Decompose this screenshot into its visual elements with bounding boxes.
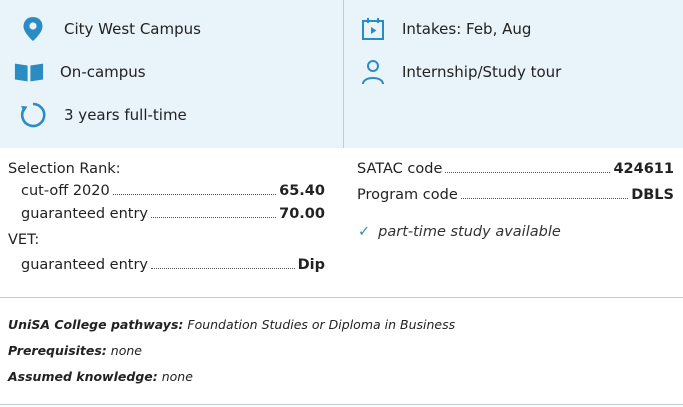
vet-guaranteed-value: Dip (297, 257, 325, 273)
mode-row: On-campus (14, 57, 146, 87)
section-divider (0, 297, 683, 298)
leader-dots (151, 268, 295, 269)
part-time-note: ✓ part-time study available (358, 224, 561, 240)
cutoff-row: cut-off 2020 65.40 (21, 183, 325, 199)
prerequisites-note: Prerequisites: none (8, 343, 142, 358)
assumed-knowledge-value: none (161, 369, 193, 384)
satac-value: 424611 (613, 161, 674, 177)
campus-label: City West Campus (64, 20, 201, 38)
duration-row: 3 years full-time (18, 100, 187, 130)
pathways-note: UniSA College pathways: Foundation Studi… (8, 317, 455, 332)
mode-label: On-campus (60, 63, 146, 81)
calendar-icon (358, 14, 388, 44)
leader-dots (112, 194, 277, 195)
intakes-label: Intakes: Feb, Aug (402, 20, 532, 38)
open-book-icon (14, 57, 44, 87)
column-divider (343, 0, 344, 148)
person-icon (358, 57, 388, 87)
leader-dots (445, 172, 611, 173)
vet-heading: VET: (8, 232, 40, 248)
check-icon: ✓ (358, 224, 371, 240)
satac-label: SATAC code (357, 161, 443, 177)
program-code-row: Program code DBLS (357, 187, 674, 203)
cutoff-label: cut-off 2020 (21, 183, 110, 199)
internship-row: Internship/Study tour (358, 57, 561, 87)
campus-row: City West Campus (18, 14, 201, 44)
part-time-label: part-time study available (378, 224, 561, 240)
circular-arrow-icon (18, 100, 48, 130)
cutoff-value: 65.40 (279, 183, 325, 199)
assumed-knowledge-label: Assumed knowledge: (8, 369, 158, 384)
selection-rank-heading: Selection Rank: (8, 161, 121, 177)
program-value: DBLS (631, 187, 674, 203)
assumed-knowledge-note: Assumed knowledge: none (8, 369, 193, 384)
leader-dots (460, 198, 629, 199)
prerequisites-value: none (110, 343, 142, 358)
pathways-value: Foundation Studies or Diploma in Busines… (187, 317, 456, 332)
program-label: Program code (357, 187, 458, 203)
guaranteed-label: guaranteed entry (21, 206, 148, 222)
leader-dots (151, 217, 277, 218)
course-summary-panel: City West Campus On-campus 3 years full-… (0, 0, 683, 148)
duration-label: 3 years full-time (64, 106, 187, 124)
bottom-divider (0, 404, 683, 405)
intakes-row: Intakes: Feb, Aug (358, 14, 531, 44)
satac-code-row: SATAC code 424611 (357, 161, 674, 177)
guaranteed-value: 70.00 (279, 206, 325, 222)
internship-label: Internship/Study tour (402, 63, 562, 81)
prerequisites-label: Prerequisites: (8, 343, 107, 358)
vet-guaranteed-row: guaranteed entry Dip (21, 257, 325, 273)
guaranteed-row: guaranteed entry 70.00 (21, 206, 325, 222)
vet-guaranteed-label: guaranteed entry (21, 257, 148, 273)
map-pin-icon (18, 14, 48, 44)
pathways-label: UniSA College pathways: (8, 317, 184, 332)
